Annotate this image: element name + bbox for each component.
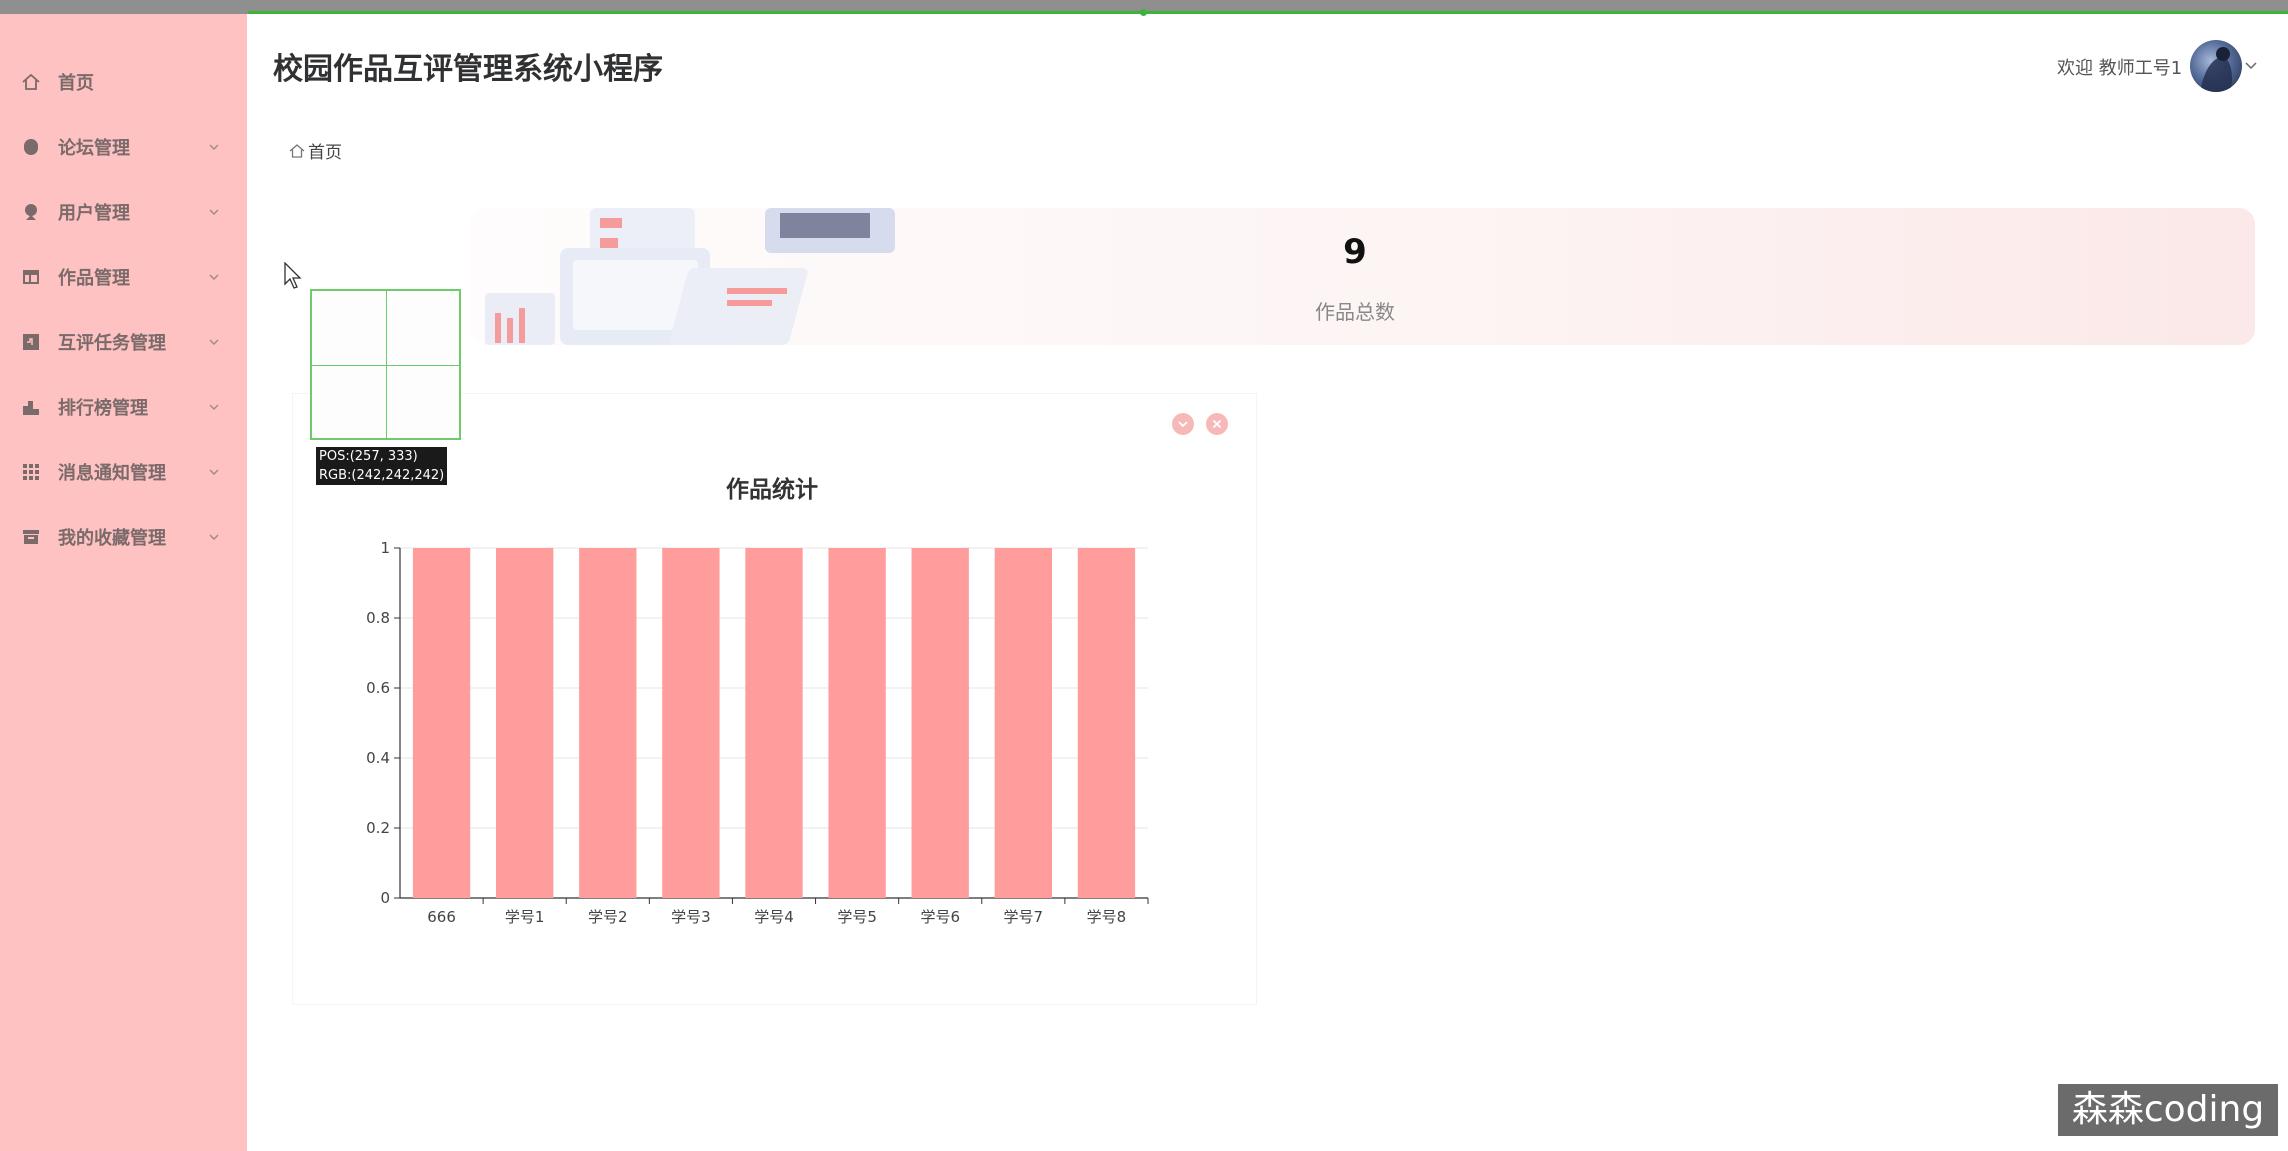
bar (745, 548, 803, 898)
avatar[interactable] (2190, 40, 2242, 92)
collapse-button[interactable] (1172, 413, 1194, 435)
picker-pos: POS:(257, 333) (319, 449, 418, 464)
chevron-down-icon (1178, 421, 1188, 428)
total-works-value: 9 (1343, 232, 1367, 272)
magnifier-overlay (310, 289, 461, 440)
sidebar-item-users[interactable]: 用户管理 (0, 182, 247, 242)
top-progress-line (248, 11, 2288, 14)
x-tick-label: 学号6 (920, 908, 960, 926)
sidebar-item-ranking[interactable]: 排行榜管理 (0, 377, 247, 437)
chevron-down-icon (209, 534, 219, 540)
sidebar-item-label: 首页 (58, 73, 94, 94)
crosshair-horizontal (312, 365, 459, 366)
grid-icon (21, 462, 41, 482)
favorite-icon (21, 527, 41, 547)
home-icon (289, 143, 305, 158)
picker-rgb: RGB:(242,242,242) (319, 468, 445, 483)
sidebar-item-forum[interactable]: 论坛管理 (0, 117, 247, 177)
task-icon (21, 332, 41, 352)
mouse-cursor-icon (284, 262, 302, 289)
sidebar-item-home[interactable]: 首页 (0, 52, 247, 112)
sidebar-item-label: 作品管理 (58, 268, 130, 289)
bar (911, 548, 969, 898)
chevron-down-icon (209, 209, 219, 215)
x-tick-label: 666 (427, 908, 456, 926)
sidebar-item-tasks[interactable]: 互评任务管理 (0, 312, 247, 372)
chevron-down-icon[interactable] (2244, 58, 2258, 72)
x-tick-label: 学号1 (505, 908, 545, 926)
x-tick-label: 学号2 (588, 908, 628, 926)
welcome-text: 欢迎 教师工号1 (2057, 58, 2183, 79)
x-tick-label: 学号5 (837, 908, 877, 926)
sidebar-item-notifications[interactable]: 消息通知管理 (0, 442, 247, 502)
y-tick-label: 0.8 (366, 609, 390, 627)
sidebar-item-favorites[interactable]: 我的收藏管理 (0, 507, 247, 567)
works-icon (21, 267, 41, 287)
y-tick-label: 1 (380, 539, 390, 557)
x-tick-label: 学号8 (1087, 908, 1127, 926)
color-picker-info: POS:(257, 333) RGB:(242,242,242) (316, 447, 448, 485)
bar (662, 548, 720, 898)
bar (412, 548, 471, 898)
sidebar-item-label: 排行榜管理 (58, 398, 148, 419)
close-icon (1212, 419, 1222, 429)
y-tick-label: 0 (380, 889, 390, 907)
chevron-down-icon (209, 144, 219, 150)
sidebar-item-label: 消息通知管理 (58, 463, 166, 484)
close-button[interactable] (1206, 413, 1228, 435)
chevron-down-icon (209, 404, 219, 410)
app-title: 校园作品互评管理系统小程序 (273, 52, 663, 87)
bar (994, 548, 1053, 898)
sidebar: 首页 论坛管理 用户管理 作品管理 互评任务管理 排行榜管理 消息通知管理 我的… (0, 14, 247, 1151)
total-works-label: 作品总数 (1315, 300, 1395, 324)
top-progress-dot (1140, 9, 1147, 16)
bar (495, 548, 554, 898)
sidebar-item-label: 我的收藏管理 (58, 528, 166, 549)
x-tick-label: 学号4 (754, 908, 794, 926)
chevron-down-icon (209, 339, 219, 345)
y-tick-label: 0.6 (366, 679, 390, 697)
breadcrumb: 首页 (288, 138, 342, 163)
bar (579, 548, 637, 898)
home-icon (21, 72, 41, 92)
chevron-down-icon (209, 469, 219, 475)
chevron-down-icon (209, 274, 219, 280)
x-tick-label: 学号7 (1004, 908, 1044, 926)
bar (828, 548, 886, 898)
bar-chart: 0 0.2 0.4 0.6 0.8 1 666 学号1 学号2 学号3 学号4 学号5 学号6 学号7 学号… (366, 539, 1149, 926)
y-tick-label: 0.2 (366, 819, 390, 837)
watermark: 森森coding (2058, 1084, 2278, 1136)
x-tick-label: 学号3 (671, 908, 711, 926)
bar (1077, 548, 1136, 898)
breadcrumb-home[interactable]: 首页 (308, 138, 342, 163)
user-icon (21, 202, 41, 222)
banner-illustration (465, 208, 945, 345)
sidebar-item-works[interactable]: 作品管理 (0, 247, 247, 307)
sidebar-item-label: 论坛管理 (58, 138, 130, 159)
forum-icon (21, 137, 41, 157)
sidebar-item-label: 用户管理 (58, 203, 130, 224)
sidebar-item-label: 互评任务管理 (58, 333, 166, 354)
chart-title: 作品统计 (726, 477, 818, 503)
y-tick-label: 0.4 (366, 749, 390, 767)
ranking-icon (21, 397, 41, 417)
